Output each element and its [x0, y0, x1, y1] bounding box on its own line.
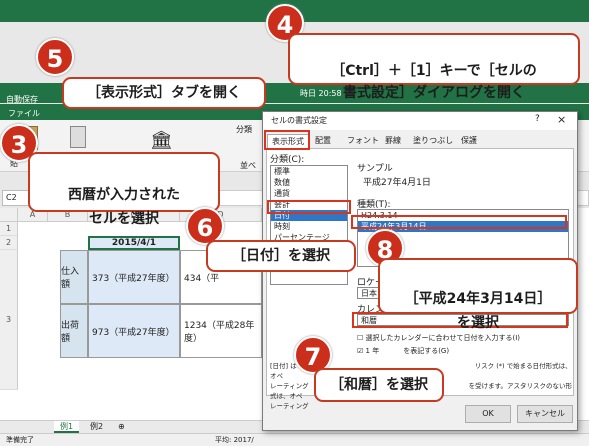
callout-4-label: ［Ctrl］＋［1］キーで［セルの 書式設定］ダイアログを開く — [331, 63, 537, 101]
sample-label: サンプル — [357, 164, 393, 174]
category-item[interactable]: 標準 — [271, 166, 347, 177]
check-input-calendar[interactable]: ☐ 選択したカレンダーに合わせて日付を入力する(I) — [357, 333, 520, 343]
row-header-1[interactable]: 1 — [0, 222, 18, 236]
locale-value: 日本 — [361, 289, 377, 298]
desc-line2: レーティング — [270, 382, 309, 390]
label-ship: 出荷額 — [61, 321, 80, 344]
check-first-label: 1 年 — [365, 347, 380, 355]
category-item[interactable]: 通貨 — [271, 188, 347, 199]
row-header-2[interactable]: 2 — [0, 236, 18, 250]
status-ready: 準備完了 — [6, 436, 34, 444]
row-header-3[interactable]: 3 — [0, 250, 18, 390]
bank-icon[interactable]: 🏛 — [150, 130, 173, 151]
tab-fill[interactable]: 塗りつぶし — [409, 134, 457, 148]
cancel-button[interactable]: キャンセル — [517, 405, 573, 423]
value-purchase: 373（平成27年度） — [92, 273, 175, 284]
callout-text-7: ［和暦］を選択 — [314, 368, 444, 402]
callout-text-6: ［日付］を選択 — [206, 240, 356, 272]
add-sheet-icon[interactable]: ⊕ — [112, 421, 131, 433]
status-average: 平均: 2017/ — [215, 436, 254, 444]
check-input-label: 選択したカレンダーに合わせて日付を入力する(I) — [365, 334, 521, 342]
cell-c2-date[interactable]: 2015/4/1 — [88, 236, 180, 250]
dialog-titlebar: セルの書式設定 — [263, 112, 577, 130]
label-purchase: 仕入額 — [61, 267, 80, 290]
ribbon-fragment-sort: 並べ — [240, 161, 256, 170]
corner-header[interactable] — [0, 208, 18, 222]
highlight-format-tab — [264, 130, 310, 150]
callout-7-label: ［和暦］を選択 — [330, 377, 428, 393]
callout-number-5: 5 — [36, 38, 74, 76]
tab-alignment[interactable]: 配置 — [311, 134, 335, 148]
highlight-date-item — [267, 200, 351, 214]
callout-6-label: ［日付］を選択 — [232, 248, 330, 264]
desc-line1: [日付] は — [270, 362, 297, 370]
highlight-type-item — [351, 215, 567, 229]
category-label: 分類(C): — [270, 155, 305, 165]
cell-b3-purchase[interactable]: 仕入額 — [60, 250, 88, 304]
help-button[interactable]: ? — [535, 114, 540, 124]
callout-text-3: 西暦が入力された セルを選択 — [28, 152, 220, 227]
status-bar: 準備完了 平均: 2017/ — [0, 433, 589, 446]
category-item[interactable]: 数値 — [271, 177, 347, 188]
check-first-year[interactable]: ☑ 1 年を表記する(G) — [357, 346, 449, 356]
cell-c4-ship[interactable]: 973（平成27年度） — [88, 304, 180, 358]
file-menu[interactable]: ファイル — [8, 108, 40, 119]
close-button[interactable]: × — [557, 113, 566, 126]
tab-protection[interactable]: 保護 — [457, 134, 481, 148]
sheet-tab-1[interactable]: 例1 — [54, 421, 80, 433]
ok-button[interactable]: OK — [465, 405, 511, 423]
value-purchase-d: 434（平 — [184, 273, 220, 284]
callout-text-8: ［平成24年3月14日］ を選択 — [378, 258, 578, 331]
category-item[interactable]: 時刻 — [271, 221, 347, 232]
cell-b4-ship[interactable]: 出荷額 — [60, 304, 88, 358]
ribbon-fragment-category: 分類 — [236, 125, 252, 134]
callout-5-label: ［表示形式］タブを開く — [87, 85, 241, 101]
dialog-title: セルの書式設定 — [271, 116, 327, 125]
titlebar-time: 時日 20:58 — [300, 89, 342, 98]
callout-text-5: ［表示形式］タブを開く — [62, 77, 266, 109]
value-ship-d: 1234（平成28年度） — [184, 321, 255, 344]
tab-border[interactable]: 罫線 — [381, 134, 405, 148]
clipboard-icon[interactable] — [70, 126, 86, 148]
cell-date-text: 2015/4/1 — [111, 238, 157, 248]
sheet-tab-2[interactable]: 例2 — [84, 421, 109, 433]
sample-value: 平成27年4月1日 — [363, 178, 431, 188]
callout-text-4: ［Ctrl］＋［1］キーで［セルの 書式設定］ダイアログを開く — [288, 33, 580, 101]
check-first-label-tail: を表記する(G) — [403, 347, 450, 355]
cell-c3-purchase[interactable]: 373（平成27年度） — [88, 250, 180, 304]
tab-font[interactable]: フォント — [343, 134, 383, 148]
value-ship: 973（平成27年度） — [92, 327, 175, 338]
cell-d4-ship[interactable]: 1234（平成28年度） — [180, 304, 262, 358]
